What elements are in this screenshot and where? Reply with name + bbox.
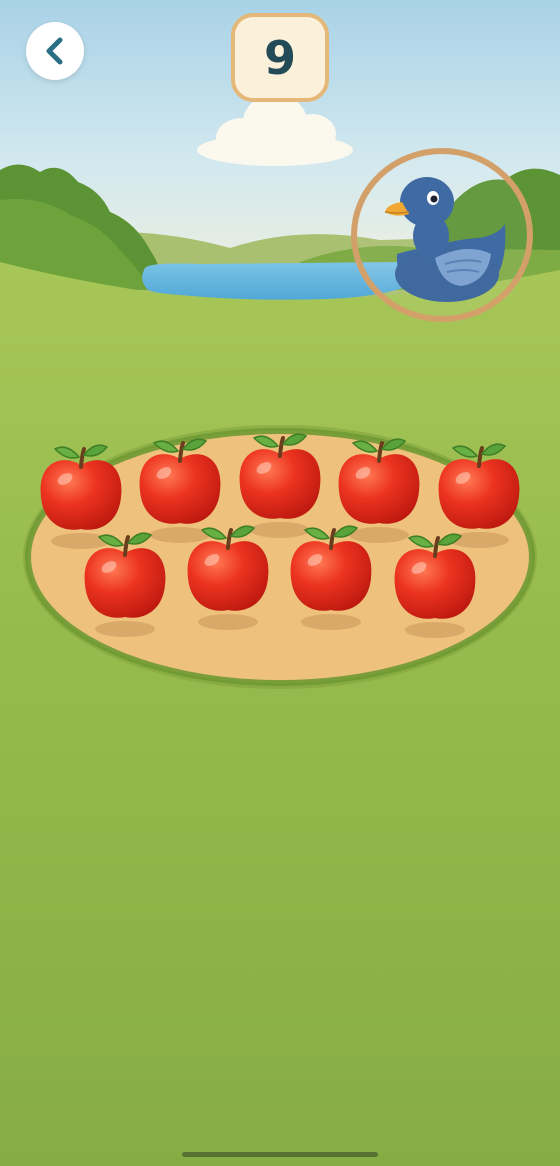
duck-icon — [384, 177, 506, 302]
game-scene: 9 — [0, 0, 560, 1166]
chevron-left-icon — [46, 37, 63, 65]
drop-target-duck[interactable] — [351, 148, 533, 322]
home-indicator — [182, 1152, 378, 1157]
counter-badge: 9 — [231, 13, 329, 102]
back-button[interactable] — [26, 22, 84, 80]
counter-value: 9 — [263, 30, 296, 85]
